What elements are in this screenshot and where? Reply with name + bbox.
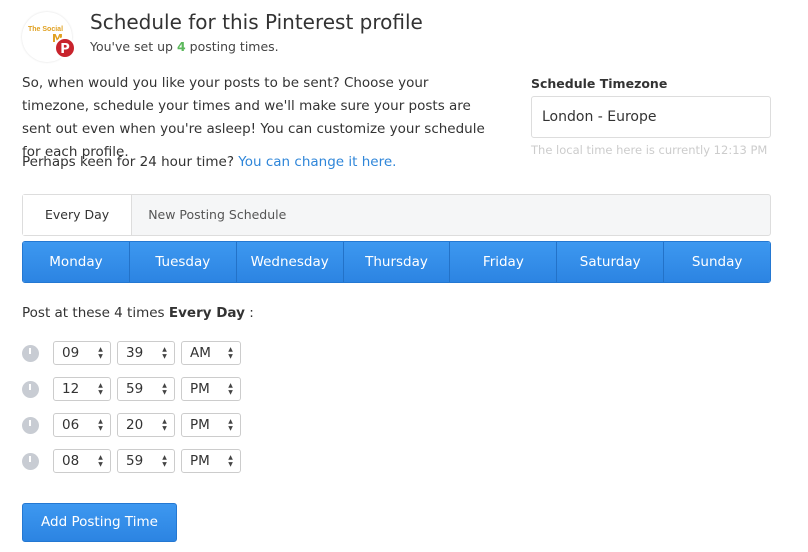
timezone-input[interactable]: London - Europe: [531, 96, 771, 138]
clock-icon: [22, 344, 39, 362]
clock-icon: [22, 380, 39, 398]
clock-icon: [22, 416, 39, 434]
day-thursday[interactable]: Thursday: [343, 242, 451, 282]
minute-select[interactable]: 39 ▲▼: [117, 341, 175, 365]
day-sunday[interactable]: Sunday: [664, 242, 770, 282]
pinterest-icon: P: [54, 37, 76, 59]
timezone-label: Schedule Timezone: [531, 76, 668, 91]
select-arrows-icon: ▲▼: [97, 382, 104, 396]
minute-select[interactable]: 59 ▲▼: [117, 449, 175, 473]
select-arrows-icon: ▲▼: [161, 418, 168, 432]
ampm-select[interactable]: PM ▲▼: [181, 377, 241, 401]
day-buttons: Monday Tuesday Wednesday Thursday Friday…: [22, 241, 771, 283]
minute-select[interactable]: 20 ▲▼: [117, 413, 175, 437]
tab-new-posting-schedule[interactable]: New Posting Schedule: [132, 195, 302, 235]
day-saturday[interactable]: Saturday: [557, 242, 665, 282]
select-arrows-icon: ▲▼: [97, 418, 104, 432]
select-arrows-icon: ▲▼: [161, 346, 168, 360]
select-arrows-icon: ▲▼: [227, 346, 234, 360]
hour-select[interactable]: 08 ▲▼: [53, 449, 111, 473]
day-tuesday[interactable]: Tuesday: [129, 242, 237, 282]
schedule-tabs: Every Day New Posting Schedule: [22, 194, 771, 236]
local-time-text: The local time here is currently 12:13 P…: [531, 143, 768, 157]
select-arrows-icon: ▲▼: [97, 454, 104, 468]
ampm-select[interactable]: AM ▲▼: [181, 341, 241, 365]
add-posting-time-button[interactable]: Add Posting Time: [22, 503, 177, 542]
select-arrows-icon: ▲▼: [161, 454, 168, 468]
tab-every-day[interactable]: Every Day: [23, 195, 133, 235]
ampm-select[interactable]: PM ▲▼: [181, 413, 241, 437]
select-arrows-icon: ▲▼: [227, 382, 234, 396]
day-wednesday[interactable]: Wednesday: [236, 242, 344, 282]
select-arrows-icon: ▲▼: [227, 418, 234, 432]
hour-select[interactable]: 06 ▲▼: [53, 413, 111, 437]
intro-text: So, when would you like your posts to be…: [22, 75, 485, 160]
posting-time-row: 12 ▲▼ 59 ▲▼ PM ▲▼: [22, 377, 241, 401]
day-friday[interactable]: Friday: [450, 242, 558, 282]
posting-time-row: 08 ▲▼ 59 ▲▼ PM ▲▼: [22, 449, 241, 473]
select-arrows-icon: ▲▼: [161, 382, 168, 396]
ampm-select[interactable]: PM ▲▼: [181, 449, 241, 473]
hour-select[interactable]: 12 ▲▼: [53, 377, 111, 401]
select-arrows-icon: ▲▼: [97, 346, 104, 360]
day-monday[interactable]: Monday: [23, 242, 130, 282]
minute-select[interactable]: 59 ▲▼: [117, 377, 175, 401]
select-arrows-icon: ▲▼: [227, 454, 234, 468]
posting-time-row: 09 ▲▼ 39 ▲▼ AM ▲▼: [22, 341, 241, 365]
clock-icon: [22, 452, 39, 470]
change-hour-format-link[interactable]: You can change it here.: [238, 154, 396, 170]
posting-time-row: 06 ▲▼ 20 ▲▼ PM ▲▼: [22, 413, 241, 437]
page-title: Schedule for this Pinterest profile: [90, 10, 423, 34]
hour-format-text: Perhaps keen for 24 hour time? You can c…: [22, 154, 397, 170]
post-times-label: Post at these 4 times Every Day :: [22, 305, 254, 321]
hour-select[interactable]: 09 ▲▼: [53, 341, 111, 365]
posting-count-text: You've set up 4 posting times.: [90, 39, 279, 54]
